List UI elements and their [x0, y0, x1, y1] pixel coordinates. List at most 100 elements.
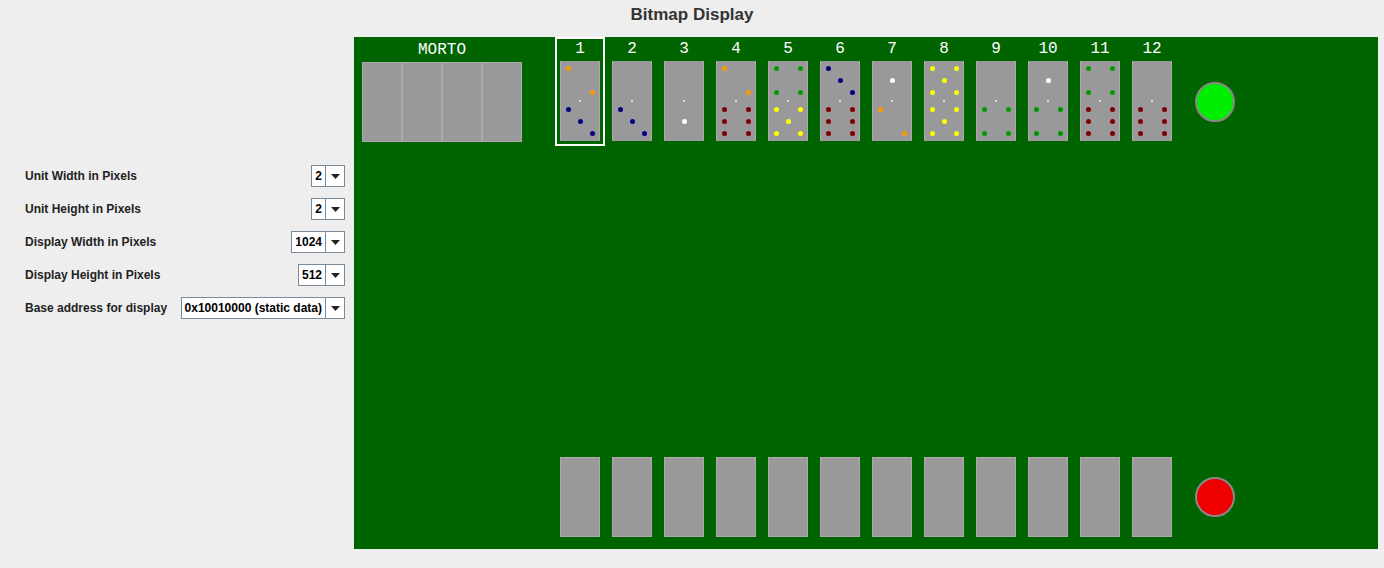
pip — [694, 119, 699, 124]
pip — [774, 90, 779, 95]
pip — [1162, 107, 1167, 112]
pip — [1110, 131, 1115, 136]
pip — [902, 131, 907, 136]
pip — [734, 107, 739, 112]
table-domino-slot[interactable]: 7 — [867, 37, 917, 146]
table-domino-slot[interactable]: 10 — [1023, 37, 1073, 146]
table-domino-slot[interactable]: 11 — [1075, 37, 1125, 146]
setting-dropdown[interactable]: 0x10010000 (static data) — [181, 297, 345, 319]
dropdown-arrow-icon[interactable] — [325, 199, 344, 219]
pip — [930, 66, 935, 71]
player-tile[interactable] — [1132, 457, 1172, 537]
pip — [942, 90, 947, 95]
pip — [1086, 131, 1091, 136]
setting-dropdown[interactable]: 512 — [298, 264, 345, 286]
dropdown-arrow-icon[interactable] — [325, 298, 344, 318]
player-tile[interactable] — [1080, 457, 1120, 537]
pip — [902, 90, 907, 95]
pip — [722, 131, 727, 136]
pip — [590, 107, 595, 112]
setting-dropdown[interactable]: 1024 — [291, 231, 345, 253]
player-tile[interactable] — [560, 457, 600, 537]
pip — [630, 131, 635, 136]
setting-label: Unit Height in Pixels — [25, 200, 141, 218]
pip — [618, 119, 623, 124]
domino-half — [665, 61, 705, 100]
player-tile[interactable] — [1028, 457, 1068, 537]
table-domino-slot[interactable]: 8 — [919, 37, 969, 146]
setting-value: 2 — [312, 199, 325, 219]
player-tile[interactable] — [612, 457, 652, 537]
pip — [618, 131, 623, 136]
player-tile[interactable] — [924, 457, 964, 537]
pip — [1150, 107, 1155, 112]
domino-half — [873, 61, 913, 100]
domino-half — [1081, 102, 1121, 141]
pip — [774, 78, 779, 83]
table-domino-slot[interactable]: 6 — [815, 37, 865, 146]
discard-label: MORTO — [362, 40, 522, 60]
dropdown-arrow-icon[interactable] — [325, 232, 344, 252]
domino[interactable] — [924, 61, 964, 141]
setting-dropdown[interactable]: 2 — [311, 165, 345, 187]
player-tile[interactable] — [716, 457, 756, 537]
domino[interactable] — [664, 61, 704, 141]
discard-tile[interactable] — [482, 62, 522, 142]
pip — [682, 90, 687, 95]
pip — [942, 66, 947, 71]
pip — [694, 131, 699, 136]
table-domino-slot[interactable]: 12 — [1127, 37, 1177, 146]
domino[interactable] — [1080, 61, 1120, 141]
pip — [694, 90, 699, 95]
table-domino-slot[interactable]: 9 — [971, 37, 1021, 146]
domino[interactable] — [560, 61, 600, 141]
pip — [826, 66, 831, 71]
pip — [1058, 78, 1063, 83]
pip — [1046, 90, 1051, 95]
pip — [1110, 78, 1115, 83]
pip — [670, 131, 675, 136]
table-domino-slot[interactable]: 3 — [659, 37, 709, 146]
domino-half — [873, 102, 913, 141]
discard-tile[interactable] — [362, 62, 402, 142]
pip — [1150, 90, 1155, 95]
player-tile[interactable] — [976, 457, 1016, 537]
app-window: Bitmap DisplayUnit Width in Pixels2Unit … — [0, 0, 1384, 568]
domino[interactable] — [1028, 61, 1068, 141]
pip — [722, 90, 727, 95]
table-domino-slot[interactable]: 5 — [763, 37, 813, 146]
domino[interactable] — [872, 61, 912, 141]
pip — [850, 119, 855, 124]
pip — [878, 131, 883, 136]
player-tile[interactable] — [768, 457, 808, 537]
pip — [1006, 90, 1011, 95]
pip — [890, 90, 895, 95]
domino[interactable] — [716, 61, 756, 141]
domino[interactable] — [976, 61, 1016, 141]
domino-half — [1133, 102, 1173, 141]
player-tile[interactable] — [664, 457, 704, 537]
pip — [890, 119, 895, 124]
setting-dropdown[interactable]: 2 — [311, 198, 345, 220]
dropdown-arrow-icon[interactable] — [325, 166, 344, 186]
table-domino-slot[interactable]: 4 — [711, 37, 761, 146]
dropdown-arrow-icon[interactable] — [325, 265, 344, 285]
table-domino-slot[interactable]: 2 — [607, 37, 657, 146]
pip — [578, 107, 583, 112]
pip — [838, 78, 843, 83]
player-tile[interactable] — [820, 457, 860, 537]
domino[interactable] — [612, 61, 652, 141]
pip — [746, 66, 751, 71]
table-domino-slot[interactable]: 1 — [555, 37, 605, 146]
discard-tile[interactable] — [442, 62, 482, 142]
domino[interactable] — [768, 61, 808, 141]
pip — [630, 119, 635, 124]
discard-tile[interactable] — [402, 62, 442, 142]
pip — [954, 66, 959, 71]
pip — [994, 78, 999, 83]
pip — [1110, 119, 1115, 124]
domino[interactable] — [1132, 61, 1172, 141]
player-tile[interactable] — [872, 457, 912, 537]
domino[interactable] — [820, 61, 860, 141]
pip — [774, 131, 779, 136]
